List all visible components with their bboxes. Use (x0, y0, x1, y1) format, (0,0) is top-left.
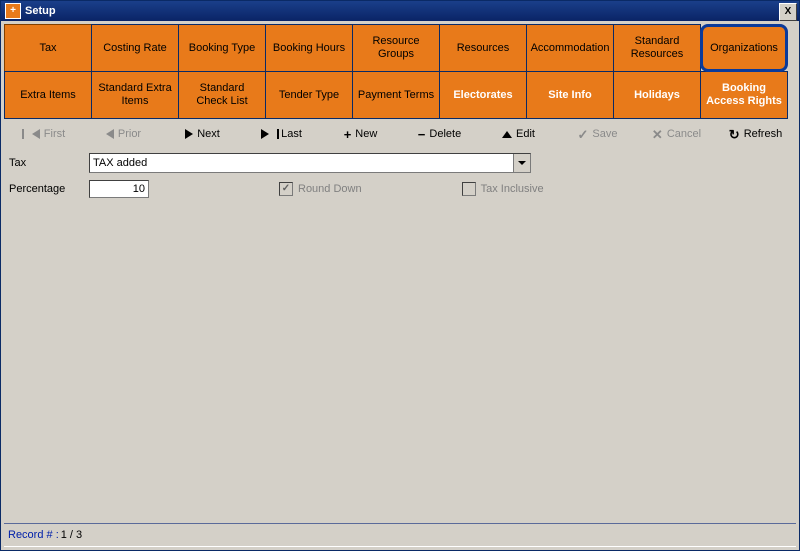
check-icon: ✓ (578, 128, 589, 141)
window-title: Setup (25, 5, 56, 17)
action-save-label: Save (592, 128, 617, 140)
tax-label: Tax (9, 157, 89, 169)
tab-resources[interactable]: Resources (439, 24, 527, 72)
action-cancel-label: Cancel (667, 128, 701, 140)
tab-site-info[interactable]: Site Info (526, 71, 614, 119)
nav-last[interactable]: Last (242, 122, 321, 146)
record-count-value: 1 / 3 (61, 529, 82, 541)
tab-costing-rate[interactable]: Costing Rate (91, 24, 179, 72)
action-edit[interactable]: Edit (479, 122, 558, 146)
titlebar: Setup X (1, 1, 799, 21)
close-button[interactable]: X (779, 3, 797, 21)
tax-row: Tax (9, 152, 791, 174)
tax-input[interactable] (90, 154, 513, 172)
tab-resource-groups[interactable]: Resource Groups (352, 24, 440, 72)
app-icon (5, 3, 21, 19)
tax-inclusive-checkbox[interactable]: Tax Inclusive (462, 182, 544, 196)
action-new-label: New (355, 128, 377, 140)
tab-accommodation[interactable]: Accommodation (526, 24, 614, 72)
tab-standard-resources[interactable]: Standard Resources (613, 24, 701, 72)
nav-prior[interactable]: Prior (84, 122, 163, 146)
refresh-icon: ↻ (729, 128, 740, 141)
round-down-checkbox[interactable]: Round Down (279, 182, 362, 196)
first-icon (32, 129, 40, 139)
percent-label: Percentage (9, 183, 89, 195)
tax-dropdown-button[interactable] (513, 154, 530, 172)
status-bar: Record # : 1 / 3 (4, 523, 796, 547)
tab-extra-items[interactable]: Extra Items (4, 71, 92, 119)
tab-electorates[interactable]: Electorates (439, 71, 527, 119)
action-delete-label: Delete (429, 128, 461, 140)
action-edit-label: Edit (516, 128, 535, 140)
percent-input[interactable] (89, 180, 149, 198)
tab-payment-terms[interactable]: Payment Terms (352, 71, 440, 119)
action-refresh-label: Refresh (744, 128, 783, 140)
chevron-down-icon (518, 161, 526, 165)
tax-inclusive-label: Tax Inclusive (481, 183, 544, 195)
tab-holidays[interactable]: Holidays (613, 71, 701, 119)
tab-bar: Tax Costing Rate Booking Type Booking Ho… (1, 21, 799, 118)
action-refresh[interactable]: ↻ Refresh (716, 122, 795, 146)
checkbox-icon (462, 182, 476, 196)
action-new[interactable]: +New (321, 122, 400, 146)
minus-icon: − (418, 128, 426, 141)
nav-prior-label: Prior (118, 128, 141, 140)
action-save[interactable]: ✓Save (558, 122, 637, 146)
record-toolbar: First Prior Next Last +New −Delete Edit … (1, 122, 799, 146)
plus-icon: + (344, 128, 352, 141)
setup-window: Setup X Tax Costing Rate Booking Type Bo… (0, 0, 800, 551)
last-icon (261, 129, 269, 139)
nav-first[interactable]: First (5, 122, 84, 146)
edit-icon (502, 131, 512, 138)
tab-tender-type[interactable]: Tender Type (265, 71, 353, 119)
checkbox-icon (279, 182, 293, 196)
tab-booking-access-rights[interactable]: Booking Access Rights (700, 71, 788, 119)
tab-tax[interactable]: Tax (4, 24, 92, 72)
x-icon: ✕ (652, 128, 663, 141)
percent-row: Percentage Round Down Tax Inclusive (9, 178, 791, 200)
round-down-label: Round Down (298, 183, 362, 195)
tab-booking-type[interactable]: Booking Type (178, 24, 266, 72)
nav-next[interactable]: Next (163, 122, 242, 146)
tab-organizations[interactable]: Organizations (700, 24, 788, 72)
tab-booking-hours[interactable]: Booking Hours (265, 24, 353, 72)
next-icon (185, 129, 193, 139)
nav-next-label: Next (197, 128, 220, 140)
prev-icon (106, 129, 114, 139)
action-cancel[interactable]: ✕ Cancel (637, 122, 716, 146)
form-panel: Tax Percentage Round Down Tax Inclusive (1, 146, 799, 210)
record-count-label: Record # : (8, 529, 59, 541)
nav-first-label: First (44, 128, 65, 140)
action-delete[interactable]: −Delete (400, 122, 479, 146)
tax-combo[interactable] (89, 153, 531, 173)
tab-standard-check-list[interactable]: Standard Check List (178, 71, 266, 119)
nav-last-label: Last (281, 128, 302, 140)
tab-standard-extra-items[interactable]: Standard Extra Items (91, 71, 179, 119)
